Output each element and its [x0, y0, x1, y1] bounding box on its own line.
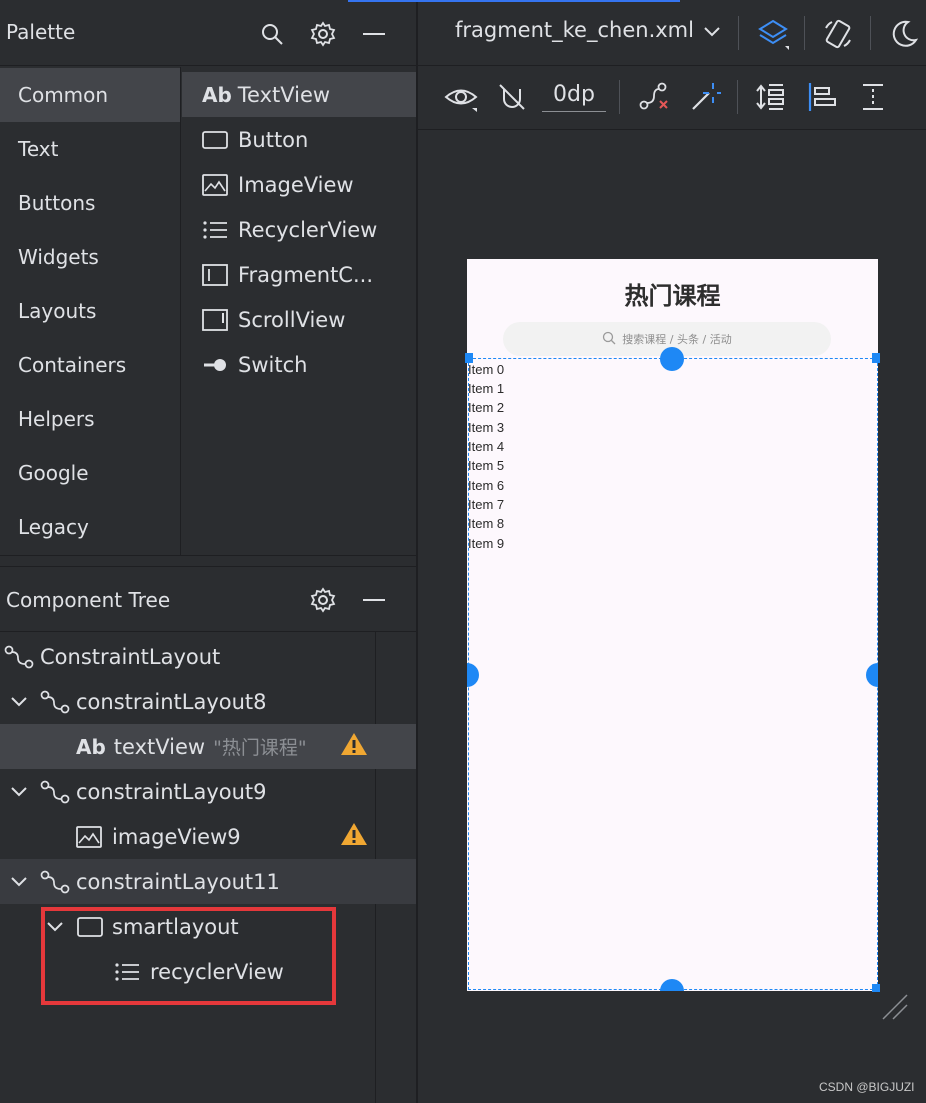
- constraint-icon: [40, 869, 72, 895]
- gear-icon[interactable]: [309, 586, 337, 614]
- category-legacy[interactable]: Legacy: [0, 500, 180, 554]
- resize-handle[interactable]: [872, 984, 880, 992]
- minimize-icon[interactable]: [360, 20, 388, 48]
- tree-node-textview[interactable]: Ab textView "热门课程": [0, 724, 416, 769]
- category-buttons[interactable]: Buttons: [0, 176, 180, 230]
- widget-label: TextView: [237, 82, 331, 107]
- divider: [0, 631, 416, 632]
- list-icon: [202, 217, 232, 243]
- image-icon: [202, 172, 232, 198]
- search-icon: [602, 330, 616, 349]
- textview-icon: Ab: [76, 734, 106, 759]
- tree-node-constraintlayout[interactable]: ConstraintLayout: [0, 634, 416, 679]
- category-containers[interactable]: Containers: [0, 338, 180, 392]
- magnet-off-icon[interactable]: [494, 80, 530, 114]
- category-google[interactable]: Google: [0, 446, 180, 500]
- switch-icon: [202, 352, 232, 378]
- tree-node-hint: "热门课程": [213, 737, 307, 759]
- button-icon: [202, 127, 232, 153]
- search-placeholder: 搜索课程 / 头条 / 活动: [622, 333, 732, 346]
- fragment-icon: [202, 262, 232, 288]
- constraint-icon: [40, 779, 72, 805]
- divider: [0, 65, 416, 66]
- widget-button[interactable]: Button: [182, 117, 416, 162]
- divider: [737, 80, 738, 114]
- margin-value: 0dp: [553, 82, 595, 107]
- tree-node-imageview9[interactable]: imageView9: [0, 814, 416, 859]
- file-tab[interactable]: fragment_ke_chen.xml: [455, 18, 720, 42]
- divider: [738, 16, 739, 50]
- chevron-down-icon[interactable]: [8, 781, 30, 803]
- constraint-icon: [40, 689, 72, 715]
- eye-icon[interactable]: [443, 80, 479, 114]
- widget-label: ScrollView: [238, 307, 346, 332]
- image-icon: [76, 824, 108, 850]
- editor-tab-indicator: [348, 0, 680, 2]
- tree-node-label: constraintLayout11: [76, 869, 280, 894]
- tree-node-label: ConstraintLayout: [40, 644, 221, 669]
- guidelines-icon[interactable]: [855, 80, 891, 114]
- widget-textview[interactable]: Ab TextView: [182, 72, 416, 117]
- widget-recyclerview[interactable]: RecyclerView: [182, 207, 416, 252]
- magic-wand-icon[interactable]: [687, 80, 723, 114]
- scrollview-icon: [202, 307, 232, 333]
- textview-icon: Ab: [202, 82, 232, 107]
- constraint-handle-top[interactable]: [660, 347, 684, 371]
- resize-handle[interactable]: [872, 353, 880, 363]
- orientation-icon[interactable]: [820, 16, 856, 52]
- default-margin-field[interactable]: 0dp: [542, 82, 606, 112]
- warning-icon[interactable]: [340, 732, 368, 761]
- constraint-icon: [4, 644, 36, 670]
- resize-handle[interactable]: [465, 353, 473, 363]
- preview-title: 热门课程: [624, 282, 721, 310]
- pack-icon[interactable]: [753, 80, 789, 114]
- tree-node-constraintlayout8[interactable]: constraintLayout8: [0, 679, 416, 724]
- widget-imageview[interactable]: ImageView: [182, 162, 416, 207]
- divider: [870, 16, 871, 50]
- tree-node-label: constraintLayout8: [76, 689, 267, 714]
- warning-icon[interactable]: [340, 822, 368, 851]
- tree-node-constraintlayout9[interactable]: constraintLayout9: [0, 769, 416, 814]
- search-icon[interactable]: [258, 20, 286, 48]
- file-name: fragment_ke_chen.xml: [455, 18, 694, 42]
- resize-grip-icon[interactable]: [880, 992, 910, 1022]
- divider: [0, 555, 416, 567]
- night-mode-icon[interactable]: [886, 16, 922, 52]
- highlight-box: [41, 907, 336, 1005]
- widget-switch[interactable]: Switch: [182, 342, 416, 387]
- chevron-down-icon[interactable]: [8, 691, 30, 713]
- component-tree-title: Component Tree: [6, 588, 171, 612]
- category-common[interactable]: Common: [0, 68, 180, 122]
- tree-node-label: constraintLayout9: [76, 779, 267, 804]
- selection-outline: [468, 358, 878, 990]
- divider: [418, 65, 926, 66]
- widget-label: FragmentC...: [238, 262, 373, 287]
- tree-node-label: imageView9: [112, 824, 241, 849]
- category-text[interactable]: Text: [0, 122, 180, 176]
- watermark: CSDN @BIGJUZI: [819, 1080, 915, 1094]
- align-left-icon[interactable]: [804, 80, 840, 114]
- minimize-icon[interactable]: [360, 586, 388, 614]
- tree-node-constraintlayout11[interactable]: constraintLayout11: [0, 859, 416, 904]
- gear-icon[interactable]: [309, 20, 337, 48]
- layers-icon[interactable]: [755, 16, 791, 52]
- tree-node-label: textView: [113, 734, 206, 759]
- divider: [804, 16, 805, 50]
- widget-label: RecyclerView: [238, 217, 378, 242]
- divider: [619, 80, 620, 114]
- clear-constraints-icon[interactable]: [636, 80, 672, 114]
- widget-label: Button: [238, 127, 309, 152]
- chevron-down-icon: [704, 18, 720, 42]
- widget-scrollview[interactable]: ScrollView: [182, 297, 416, 342]
- category-layouts[interactable]: Layouts: [0, 284, 180, 338]
- widget-label: Switch: [238, 352, 308, 377]
- category-widgets[interactable]: Widgets: [0, 230, 180, 284]
- palette-title: Palette: [6, 20, 76, 44]
- category-helpers[interactable]: Helpers: [0, 392, 180, 446]
- widget-fragmentcontainer[interactable]: FragmentC...: [182, 252, 416, 297]
- widget-label: ImageView: [238, 172, 354, 197]
- chevron-down-icon[interactable]: [8, 871, 30, 893]
